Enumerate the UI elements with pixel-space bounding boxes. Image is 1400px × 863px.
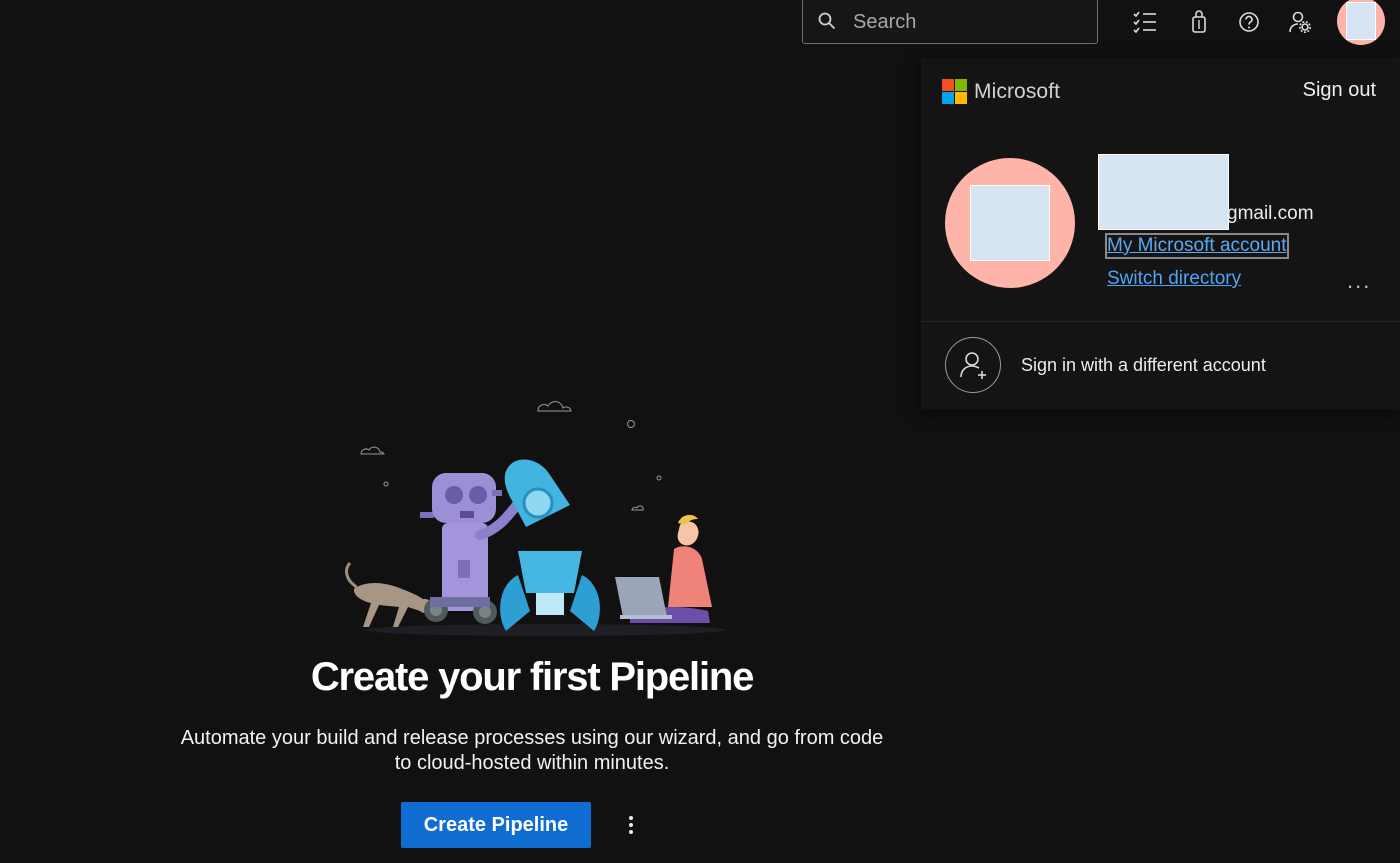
search-input[interactable] xyxy=(851,7,1085,37)
more-options-icon[interactable]: ... xyxy=(1347,268,1371,294)
flyout-divider xyxy=(921,321,1400,322)
brand-name: Microsoft xyxy=(974,79,1061,103)
search-box[interactable] xyxy=(802,0,1098,44)
microsoft-logo-icon xyxy=(942,79,967,104)
dog-illustration xyxy=(345,561,432,627)
person-with-laptop-illustration xyxy=(615,514,712,623)
sign-in-different-account[interactable]: Sign in with a different account xyxy=(945,337,1266,393)
shopping-bag-icon[interactable] xyxy=(1185,8,1213,36)
add-person-icon xyxy=(945,337,1001,393)
rocket-illustration xyxy=(500,459,600,631)
pipelines-page: Microsoft Sign out gmail.com My Microsof… xyxy=(0,0,1400,863)
my-microsoft-account-link[interactable]: My Microsoft account xyxy=(1105,233,1289,259)
sign-out-button[interactable]: Sign out xyxy=(1303,79,1376,102)
switch-directory-link[interactable]: Switch directory xyxy=(1107,268,1241,290)
account-email: gmail.com xyxy=(1227,203,1314,224)
account-flyout: Microsoft Sign out gmail.com My Microsof… xyxy=(921,58,1400,410)
more-actions-icon[interactable] xyxy=(620,812,642,838)
microsoft-logo: Microsoft xyxy=(942,79,1060,104)
help-icon[interactable] xyxy=(1235,8,1263,36)
account-avatar-redacted xyxy=(970,185,1050,261)
task-list-icon[interactable] xyxy=(1131,8,1159,36)
pipeline-illustration xyxy=(345,401,725,636)
empty-state-description: Automate your build and release processe… xyxy=(180,727,884,774)
user-avatar-button[interactable] xyxy=(1337,0,1385,45)
account-name-redacted xyxy=(1098,154,1229,230)
account-avatar xyxy=(945,158,1075,288)
user-settings-icon[interactable] xyxy=(1286,8,1314,36)
search-icon xyxy=(817,11,837,31)
avatar-redacted xyxy=(1346,2,1376,40)
different-account-label: Sign in with a different account xyxy=(1021,354,1266,375)
empty-state-title: Create your first Pipeline xyxy=(310,655,754,699)
create-pipeline-button[interactable]: Create Pipeline xyxy=(401,802,591,848)
